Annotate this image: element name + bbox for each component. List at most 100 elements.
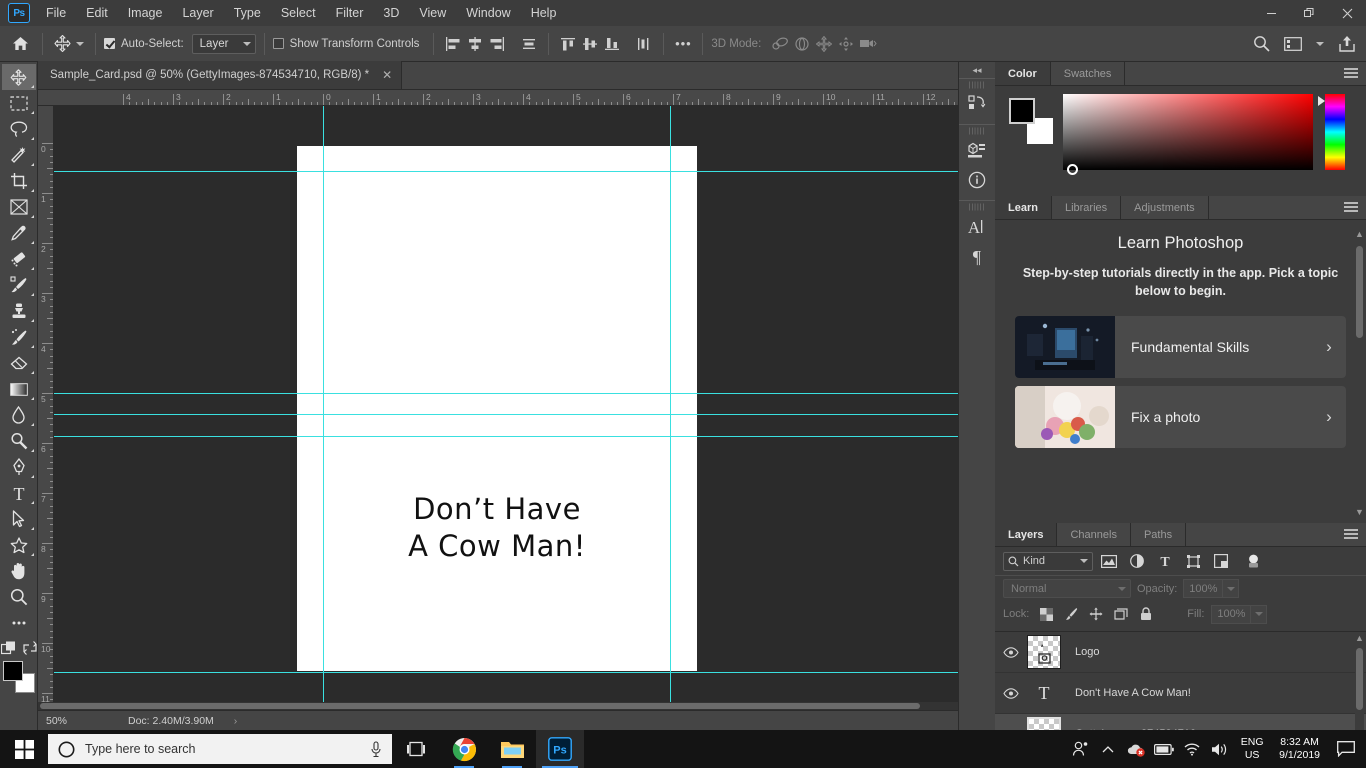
- workspace-icon[interactable]: [1282, 33, 1304, 55]
- windows-start-icon[interactable]: [0, 730, 48, 768]
- menu-edit[interactable]: Edit: [76, 2, 118, 24]
- canvas-area[interactable]: Don’t Have A Cow Man!: [54, 106, 958, 710]
- show-transform-controls-checkbox[interactable]: [272, 38, 284, 49]
- panel-grip[interactable]: ||||||: [959, 204, 995, 211]
- layer-visibility-toggle[interactable]: [995, 687, 1027, 699]
- chevron-right-icon[interactable]: ›: [1312, 337, 1346, 357]
- tool-preset-chevron-icon[interactable]: [73, 33, 87, 55]
- horizontal-ruler[interactable]: 4 3 2 1 0 1 2 3 4 5 6 7 8 9 10 11 12: [38, 90, 958, 106]
- guide-vertical[interactable]: [323, 106, 324, 710]
- layer-thumbnail[interactable]: [1027, 635, 1061, 669]
- onedrive-error-icon[interactable]: [1123, 730, 1149, 768]
- filter-pixel-icon[interactable]: [1097, 551, 1121, 571]
- magic-wand-tool[interactable]: [2, 142, 36, 168]
- hue-slider[interactable]: [1318, 94, 1345, 170]
- close-button[interactable]: [1328, 0, 1366, 26]
- eraser-tool[interactable]: [2, 350, 36, 376]
- chevron-down-icon[interactable]: [1314, 33, 1326, 55]
- panel-menu-icon[interactable]: [1344, 529, 1358, 541]
- scroll-down-icon[interactable]: ▼: [1355, 508, 1364, 517]
- table-row[interactable]: T Don't Have A Cow Man!: [995, 673, 1366, 714]
- auto-select-scope-dropdown[interactable]: Layer: [191, 33, 256, 54]
- gradient-tool[interactable]: [2, 376, 36, 402]
- tab-paths[interactable]: Paths: [1131, 523, 1187, 546]
- guide-horizontal[interactable]: [54, 436, 958, 437]
- lasso-tool[interactable]: [2, 116, 36, 142]
- scrollbar-thumb[interactable]: [1356, 246, 1363, 338]
- search-icon[interactable]: [1250, 33, 1272, 55]
- lock-artboard-nesting-icon[interactable]: [1111, 604, 1131, 624]
- panel-menu-icon[interactable]: [1344, 68, 1358, 80]
- guide-horizontal[interactable]: [54, 393, 958, 394]
- zoom-3d-camera-icon[interactable]: [857, 33, 879, 55]
- align-horizontal-centers-icon[interactable]: [464, 33, 486, 55]
- layer-thumbnail[interactable]: T: [1027, 683, 1061, 704]
- rectangular-marquee-tool[interactable]: [2, 90, 36, 116]
- hue-slider-marker[interactable]: [1318, 96, 1325, 106]
- orbit-3d-icon[interactable]: [769, 33, 791, 55]
- scroll-up-icon[interactable]: ▲: [1355, 634, 1364, 643]
- menu-select[interactable]: Select: [271, 2, 326, 24]
- scrollbar-thumb[interactable]: [1356, 648, 1363, 710]
- people-icon[interactable]: [1067, 730, 1093, 768]
- pan-3d-icon[interactable]: [813, 33, 835, 55]
- dodge-tool[interactable]: [2, 428, 36, 454]
- battery-icon[interactable]: [1151, 730, 1177, 768]
- panel-menu-icon[interactable]: [1344, 202, 1358, 214]
- tab-swatches[interactable]: Swatches: [1051, 62, 1126, 85]
- menu-filter[interactable]: Filter: [326, 2, 374, 24]
- character-icon[interactable]: A: [962, 212, 992, 240]
- color-field-marker[interactable]: [1067, 164, 1078, 175]
- color-gradient-field[interactable]: [1063, 94, 1313, 175]
- chevron-right-icon[interactable]: ›: [1312, 407, 1346, 427]
- move-tool[interactable]: [1, 64, 36, 90]
- 3d-icon[interactable]: [962, 136, 992, 164]
- layer-visibility-toggle[interactable]: [995, 646, 1027, 658]
- lock-transparent-pixels-icon[interactable]: [1036, 604, 1056, 624]
- more-options-button[interactable]: •••: [672, 33, 694, 55]
- swap-colors-icon[interactable]: [22, 641, 37, 655]
- learn-card-fix-a-photo[interactable]: Fix a photo ›: [1015, 386, 1346, 449]
- share-icon[interactable]: [1336, 33, 1358, 55]
- brush-tool[interactable]: [2, 272, 36, 298]
- layer-name[interactable]: Logo: [1061, 646, 1099, 658]
- close-icon[interactable]: ✕: [379, 68, 395, 82]
- menu-file[interactable]: File: [36, 2, 76, 24]
- info-icon[interactable]: [962, 166, 992, 194]
- hand-tool[interactable]: [2, 558, 36, 584]
- vertical-ruler[interactable]: 0 1 2 3 4 5 6 7 8 9 10 11: [38, 106, 54, 710]
- guide-horizontal[interactable]: [54, 414, 958, 415]
- tab-channels[interactable]: Channels: [1057, 523, 1131, 546]
- layer-name[interactable]: Don't Have A Cow Man!: [1061, 687, 1191, 699]
- menu-view[interactable]: View: [409, 2, 456, 24]
- search-input[interactable]: Type here to search: [48, 734, 392, 764]
- guide-horizontal[interactable]: [54, 672, 958, 673]
- clone-stamp-tool[interactable]: [2, 298, 36, 324]
- taskbar-app-adobe-photoshop[interactable]: Ps: [536, 730, 584, 768]
- menu-type[interactable]: Type: [224, 2, 271, 24]
- distribute-horizontally-icon[interactable]: [518, 33, 540, 55]
- align-vertical-centers-icon[interactable]: [579, 33, 601, 55]
- lock-position-icon[interactable]: [1086, 604, 1106, 624]
- learn-card-fundamental-skills[interactable]: Fundamental Skills ›: [1015, 316, 1346, 379]
- auto-select-checkbox[interactable]: [104, 38, 115, 49]
- zoom-tool[interactable]: [2, 584, 36, 610]
- custom-shape-tool[interactable]: [2, 532, 36, 558]
- menu-window[interactable]: Window: [456, 2, 520, 24]
- action-center-icon[interactable]: [1330, 730, 1362, 768]
- tab-libraries[interactable]: Libraries: [1052, 196, 1122, 219]
- tab-color[interactable]: Color: [995, 62, 1051, 85]
- task-view-icon[interactable]: [392, 730, 440, 768]
- lock-all-icon[interactable]: [1136, 604, 1156, 624]
- taskbar-app-file-explorer[interactable]: [488, 730, 536, 768]
- table-row[interactable]: Logo: [995, 632, 1366, 673]
- wifi-icon[interactable]: [1179, 730, 1205, 768]
- learn-panel-scrollbar[interactable]: ▲ ▼: [1355, 230, 1364, 517]
- home-icon[interactable]: [6, 33, 34, 55]
- blur-tool[interactable]: [2, 402, 36, 428]
- align-bottom-edges-icon[interactable]: [601, 33, 623, 55]
- history-brush-tool[interactable]: [2, 324, 36, 350]
- foreground-color-swatch[interactable]: [1009, 98, 1035, 124]
- language-indicator[interactable]: ENG US: [1235, 736, 1269, 762]
- show-hidden-icons-icon[interactable]: [1095, 730, 1121, 768]
